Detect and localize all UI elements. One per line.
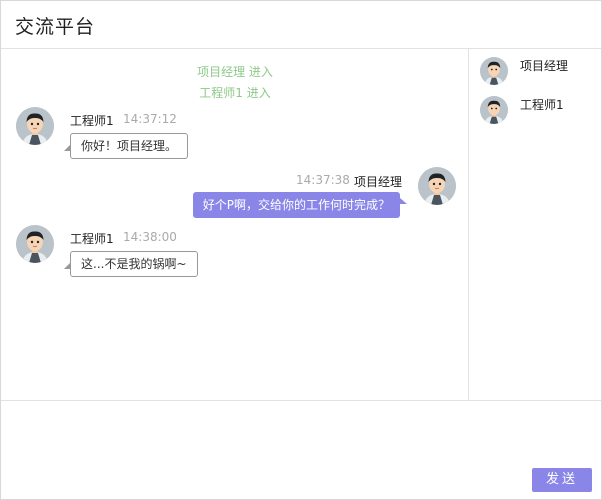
message-list[interactable]: 项目经理 进入 工程师1 进入 工程师1 14:37:12 你好！项目经理。 1… [1, 49, 469, 400]
member-name: 工程师1 [520, 98, 564, 112]
member-name: 项目经理 [520, 59, 569, 73]
system-message: 项目经理 进入 [197, 65, 273, 79]
message-sender: 工程师1 [70, 114, 114, 128]
message-time: 14:37:12 [123, 112, 177, 126]
message-time: 14:37:38 [296, 173, 350, 187]
chat-window: 交流平台 项目经理 进入 工程师1 进入 工程师1 14:37:12 你好！项目… [0, 0, 602, 500]
avatar-icon [418, 167, 456, 205]
page-title: 交流平台 [15, 16, 96, 38]
message-bubble: 这...不是我的锅啊~ [64, 251, 198, 277]
message-sender: 项目经理 [354, 175, 403, 189]
system-message: 工程师1 进入 [199, 86, 271, 100]
avatar-icon [480, 57, 508, 85]
message-sender: 工程师1 [70, 232, 114, 246]
avatar-icon [16, 107, 54, 145]
title-bar: 交流平台 [1, 1, 601, 49]
message-time: 14:38:00 [123, 230, 177, 244]
message-input[interactable] [1, 400, 601, 499]
member-list: 项目经理 工程师1 [470, 49, 601, 400]
message-bubble: 你好！项目经理。 [63, 133, 189, 159]
message-bubble: 好个P啊，交给你的工作何时完成？ [192, 192, 408, 218]
send-button[interactable]: 发送 [532, 468, 592, 492]
avatar-icon [16, 225, 54, 263]
avatar-icon [480, 96, 508, 124]
